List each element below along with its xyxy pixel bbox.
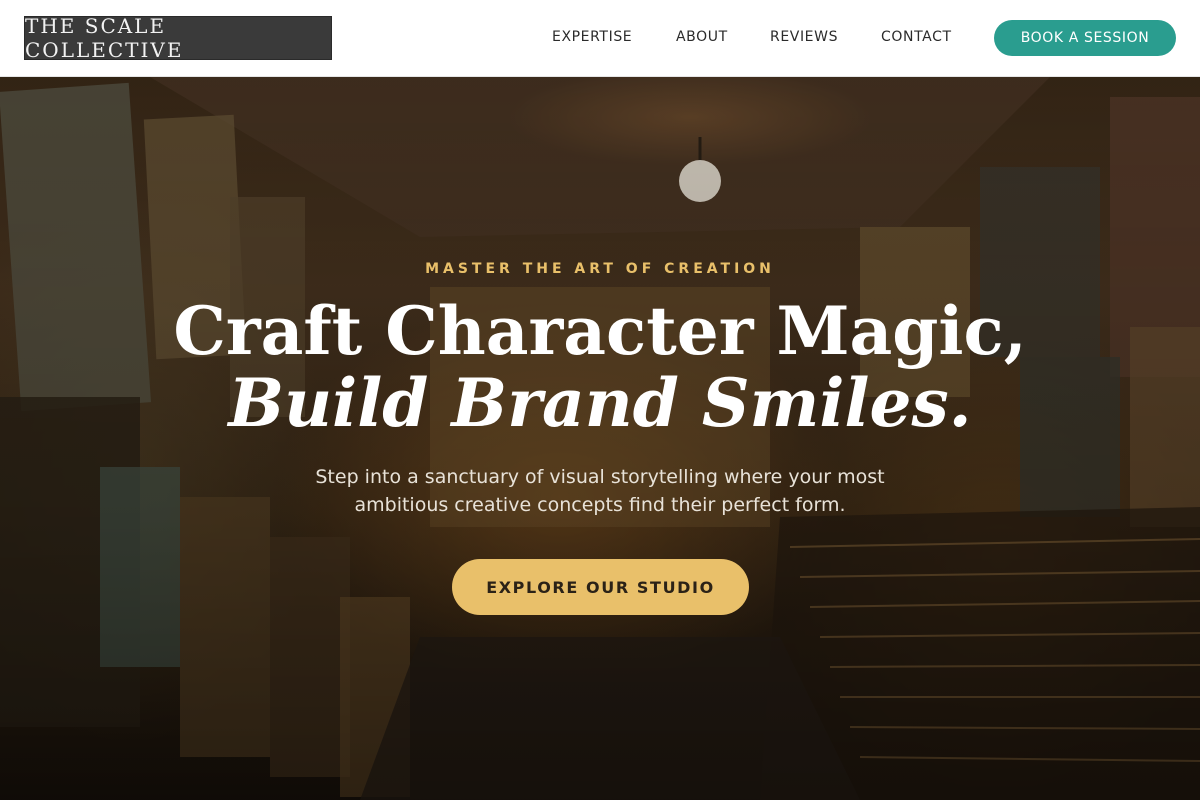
hero-subtext: Step into a sanctuary of visual storytel… — [315, 466, 885, 516]
hero-eyebrow: MASTER THE ART OF CREATION — [425, 261, 775, 277]
nav-link-reviews[interactable]: REVIEWS — [770, 29, 838, 45]
nav-link-expertise[interactable]: EXPERTISE — [552, 29, 632, 45]
hero-headline-line1: Craft Character Magic, — [173, 292, 1027, 370]
explore-studio-button[interactable]: EXPLORE OUR STUDIO — [452, 559, 749, 615]
site-header: THE SCALE COLLECTIVE EXPERTISE ABOUT REV… — [0, 0, 1200, 77]
explore-studio-label: EXPLORE OUR STUDIO — [486, 577, 715, 597]
book-session-button[interactable]: BOOK A SESSION — [994, 20, 1176, 56]
hero-headline-line2: Build Brand Smiles. — [228, 364, 972, 442]
hero-section: MASTER THE ART OF CREATION Craft Charact… — [0, 77, 1200, 800]
logo[interactable]: THE SCALE COLLECTIVE — [24, 14, 332, 62]
nav-link-contact[interactable]: CONTACT — [881, 29, 952, 45]
nav-link-about[interactable]: ABOUT — [676, 29, 728, 45]
logo-text: THE SCALE COLLECTIVE — [25, 14, 184, 62]
book-session-label: BOOK A SESSION — [1020, 30, 1150, 46]
